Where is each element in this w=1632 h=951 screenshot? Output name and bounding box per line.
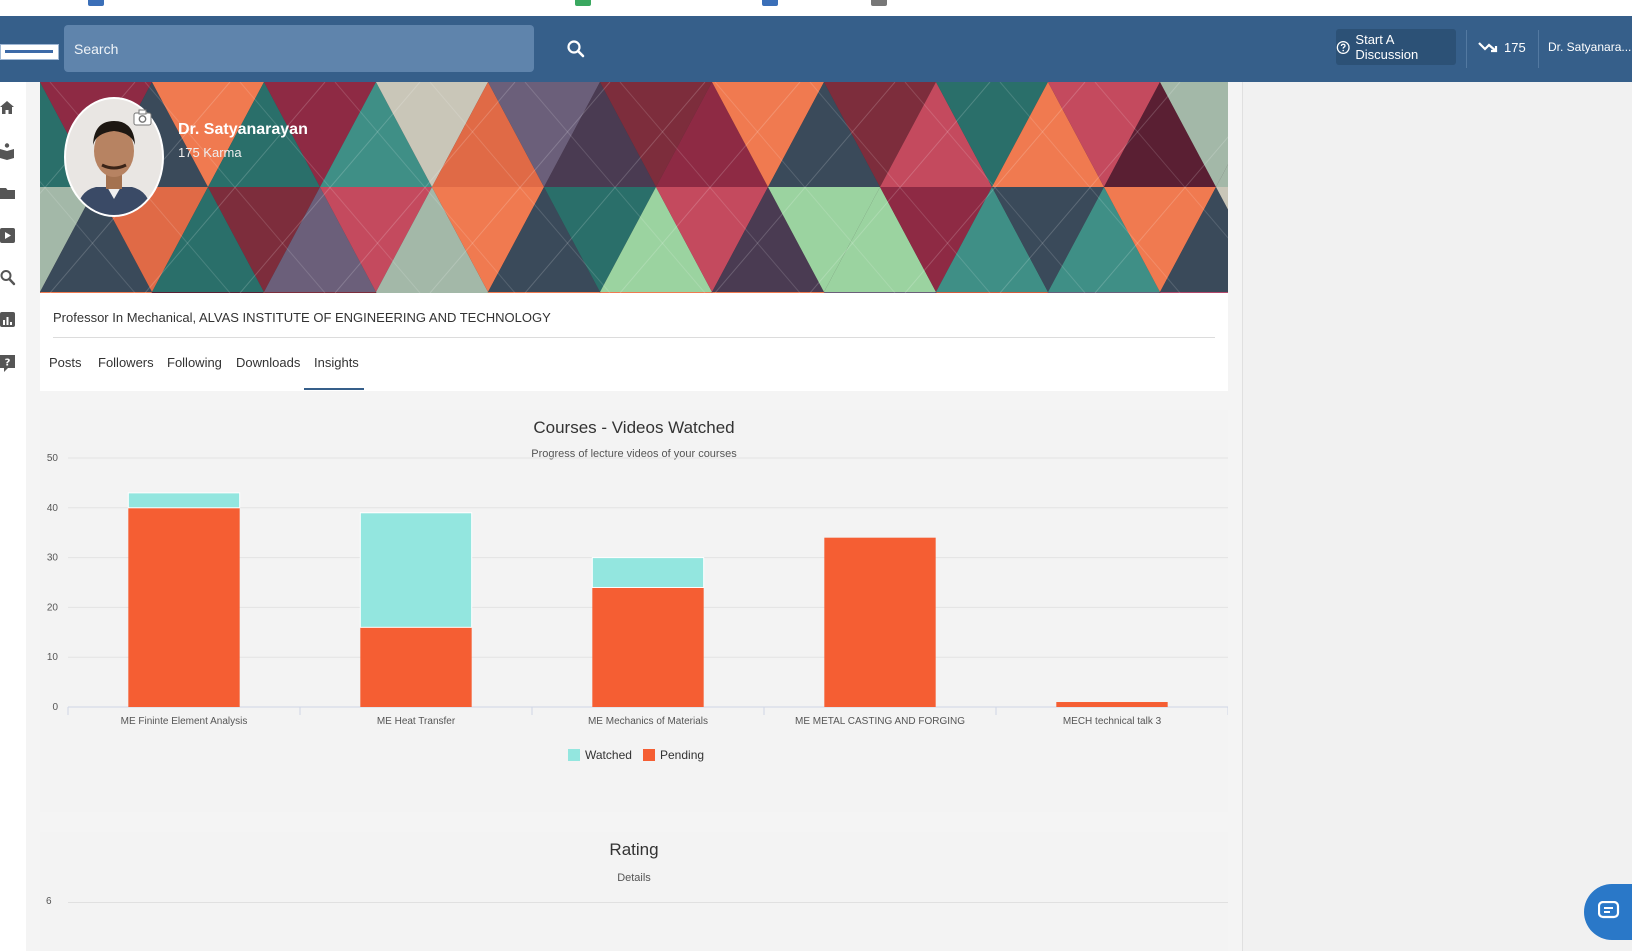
svg-text:?: ? [5,358,11,369]
question-circle-icon [1336,40,1350,54]
legend-label[interactable]: Pending [660,748,704,762]
x-tick-label: ME Mechanics of Materials [588,716,708,727]
x-tick-label: ME Fininte Element Analysis [121,716,248,727]
divider [53,337,1215,338]
bar-pending[interactable] [360,627,472,707]
legend-swatch[interactable] [643,749,655,761]
bookmark-icon[interactable] [88,0,104,6]
x-tick-label: MECH technical talk 3 [1063,716,1162,727]
active-tab-indicator [304,388,364,390]
help-icon[interactable]: ? [0,354,18,372]
bar-pending[interactable] [592,587,704,707]
tab-followers[interactable]: Followers [98,355,154,370]
y-tick-label: 20 [47,602,59,613]
chat-icon [1598,901,1620,919]
y-tick-label: 40 [47,503,59,514]
search-icon[interactable] [0,269,18,287]
geometric-pattern [40,82,1228,293]
bar-pending[interactable] [824,537,936,707]
karma-count: 175 [1504,39,1526,55]
navbar-divider [1466,30,1467,68]
y-tick-label: 0 [52,702,58,713]
bar-chart: 0 10 20 30 40 50 ME Fininte Element Analysis ME… [47,453,1228,762]
profile-name: Dr. Satyanarayan [178,121,308,138]
site-logo[interactable] [0,44,59,60]
browser-strip [0,0,1632,16]
karma-counter[interactable]: 175 [1478,29,1536,65]
left-sidebar: ? [0,82,27,951]
rating-chart: Rating Details 6 [40,832,1228,951]
bar-pending[interactable] [128,507,240,707]
grid-line [68,902,1228,903]
bar-watched[interactable] [359,512,473,628]
top-navbar: Start A Discussion 175 Dr. Satyanara... [0,16,1632,82]
tab-insights[interactable]: Insights [314,355,359,370]
y-tick-label: 50 [47,453,59,464]
bar-watched[interactable] [591,557,705,588]
videos-watched-chart: Courses - Videos Watched Progress of lec… [40,410,1228,812]
rating-title: Rating [609,840,659,859]
bookmark-icon[interactable] [762,0,778,6]
chat-button[interactable] [1584,884,1632,940]
right-panel [1242,82,1632,951]
tab-posts[interactable]: Posts [49,355,82,370]
rating-subtitle: Details [617,872,651,884]
trend-icon [1478,42,1498,53]
bar-pending[interactable] [1056,702,1168,707]
y-tick-label: 6 [46,896,52,907]
tab-following[interactable]: Following [167,355,222,370]
x-tick-label: ME Heat Transfer [377,716,456,727]
profile-bio: Professor In Mechanical, ALVAS INSTITUTE… [53,310,551,325]
book-icon[interactable] [0,142,18,160]
navbar-divider [1538,30,1539,68]
y-tick-label: 30 [47,553,59,564]
video-icon[interactable] [0,226,18,244]
camera-icon[interactable] [133,108,153,126]
profile-karma: 175 Karma [178,145,242,160]
folder-icon[interactable] [0,184,18,202]
start-discussion-label: Start A Discussion [1355,32,1419,62]
search-box [64,25,585,72]
search-icon[interactable] [566,39,586,59]
legend-label[interactable]: Watched [585,748,632,762]
home-icon[interactable] [0,99,18,117]
user-name: Dr. Satyanara... [1548,40,1632,54]
tab-downloads[interactable]: Downloads [236,355,300,370]
bar-watched[interactable] [127,492,241,509]
user-menu[interactable]: Dr. Satyanara... [1548,29,1632,65]
y-tick-label: 10 [47,652,59,663]
x-tick-label: ME METAL CASTING AND FORGING [795,716,965,727]
chart-icon[interactable] [0,311,18,329]
bookmark-icon[interactable] [871,0,887,6]
bookmark-icon[interactable] [575,0,591,6]
start-discussion-button[interactable]: Start A Discussion [1336,29,1456,65]
legend-swatch[interactable] [568,749,580,761]
search-input[interactable] [74,25,474,72]
cover-image [40,82,1228,293]
profile-info-card: Professor In Mechanical, ALVAS INSTITUTE… [40,293,1228,391]
